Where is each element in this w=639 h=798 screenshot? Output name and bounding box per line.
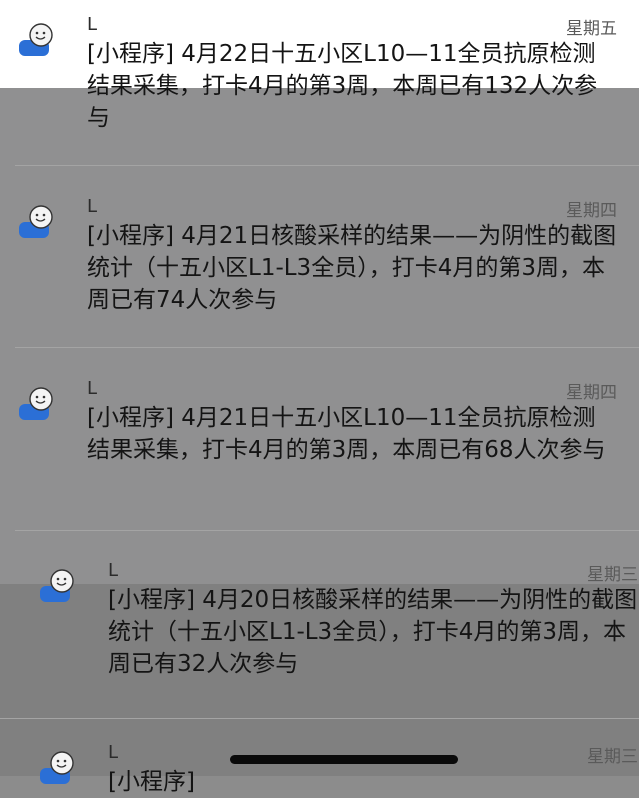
message-day: 星期三	[587, 565, 638, 585]
divider	[0, 718, 639, 719]
divider	[15, 347, 639, 348]
message-text: [小程序] 4月22日十五小区L10—11全员抗原检测结果采集，打卡4月的第3周…	[87, 41, 598, 131]
message-day: 星期四	[566, 383, 617, 403]
message-text: [小程序] 4月21日十五小区L10—11全员抗原检测结果采集，打卡4月的第3周…	[87, 405, 606, 463]
message-text: [小程序]	[108, 769, 195, 795]
message-day: 星期四	[566, 201, 617, 221]
message-text: [小程序] 4月20日核酸采样的结果——为阴性的截图统计（十五小区L1-L3全员…	[108, 587, 638, 677]
middle-band	[0, 88, 639, 588]
sender-name: L	[87, 14, 98, 35]
message-day: 星期五	[566, 19, 617, 39]
sender-name: L	[87, 196, 98, 217]
avatar-icon	[38, 750, 76, 788]
sender-name: L	[87, 378, 98, 399]
divider	[15, 165, 639, 166]
message-text: [小程序] 4月21日核酸采样的结果——为阴性的截图统计（十五小区L1-L3全员…	[87, 223, 617, 313]
avatar-icon	[17, 386, 55, 424]
avatar-icon	[17, 22, 55, 60]
sender-name: L	[108, 560, 119, 581]
sender-name: L	[108, 742, 119, 763]
message-day: 星期三	[587, 747, 638, 767]
avatar-icon	[17, 204, 55, 242]
avatar-icon	[38, 568, 76, 606]
divider	[15, 530, 639, 531]
home-indicator[interactable]	[230, 755, 458, 764]
